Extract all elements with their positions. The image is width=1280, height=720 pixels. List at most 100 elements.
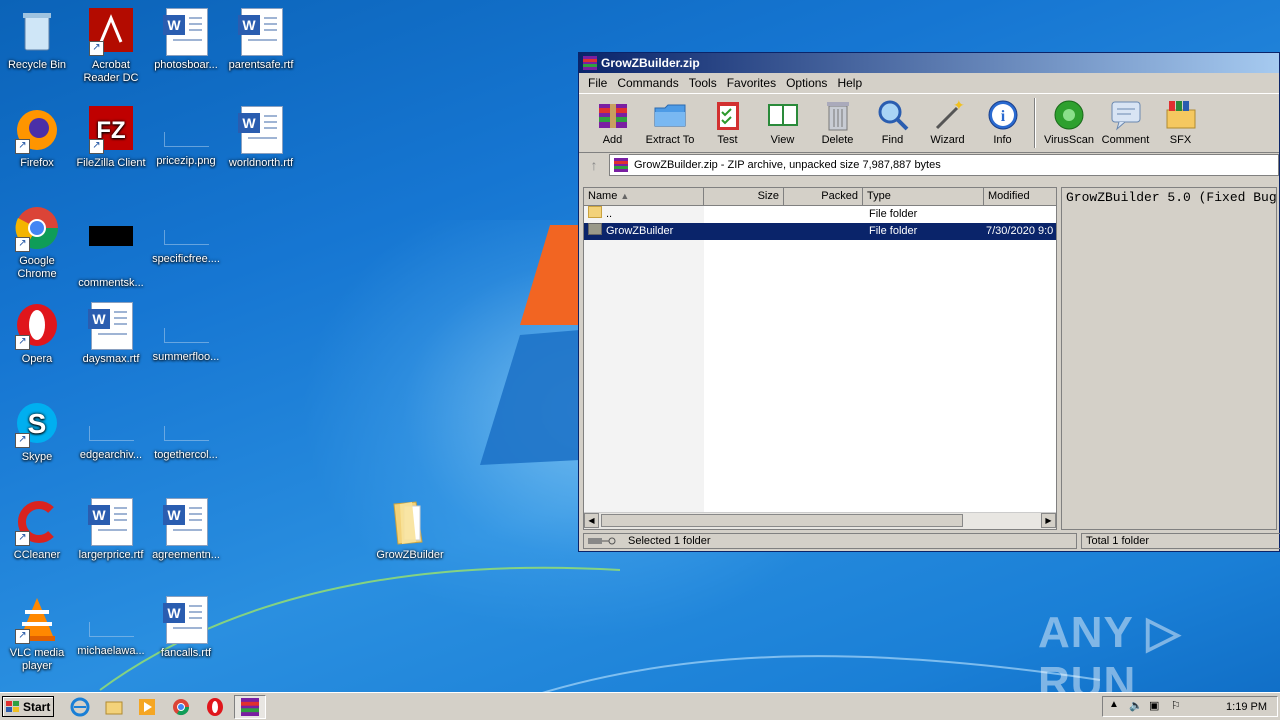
table-row[interactable]: .. File folder — [584, 206, 1056, 223]
winrar-taskbar-button[interactable] — [234, 695, 266, 719]
desktop-icon-worldnorth[interactable]: W worldnorth.rtf — [224, 106, 298, 170]
shortcut-arrow-icon: ↗ — [89, 139, 104, 154]
menu-bar: File Commands Tools Favorites Options He… — [579, 73, 1279, 93]
find-button[interactable]: Find — [865, 94, 920, 146]
word-document-icon: W — [237, 106, 285, 154]
menu-help[interactable]: Help — [832, 76, 867, 90]
windows-logo-wallpaper — [480, 225, 580, 465]
vlc-icon: ↗ — [13, 596, 61, 644]
window-title-bar[interactable]: GrowZBuilder.zip — [579, 53, 1279, 73]
toolbar: Add Extract To Test View Delete Find ✦ W… — [579, 93, 1279, 153]
menu-favorites[interactable]: Favorites — [722, 76, 781, 90]
table-row-selected[interactable]: GrowZBuilder File folder 7/30/2020 9:0 — [584, 223, 1056, 240]
up-arrow-icon[interactable]: ↑ — [579, 157, 609, 173]
view-book-icon — [766, 98, 800, 132]
column-headers: Name ▲ Size Packed Type Modified — [584, 188, 1056, 206]
desktop-icon-pricezip[interactable]: pricezip.png — [149, 106, 223, 168]
info-icon: i — [986, 98, 1020, 132]
sfx-button[interactable]: SFX — [1153, 94, 1208, 146]
desktop-icon-agreementn[interactable]: W agreementn... — [149, 498, 223, 562]
desktop-icon-filezilla[interactable]: FZ ↗ FileZilla Client — [74, 106, 148, 170]
desktop-icon-opera[interactable]: ↗ Opera — [0, 302, 74, 366]
sfx-box-icon — [1164, 98, 1198, 132]
desktop-icon-togethercol[interactable]: togethercol... — [149, 400, 223, 462]
desktop-icon-skype[interactable]: S ↗ Skype — [0, 400, 74, 464]
scrollbar-thumb[interactable] — [601, 514, 963, 527]
horizontal-scrollbar[interactable]: ◀ ▶ — [584, 512, 1056, 529]
desktop-icon-michaelawa[interactable]: michaelawa... — [74, 596, 148, 658]
volume-icon[interactable]: 🔈 — [1129, 699, 1143, 712]
comment-button[interactable]: Comment — [1098, 94, 1153, 146]
windows-flag-icon — [6, 701, 19, 712]
desktop-icon-summerfloo[interactable]: summerfloo... — [149, 302, 223, 364]
desktop-icon-acrobat[interactable]: ↗ Acrobat Reader DC — [74, 8, 148, 85]
menu-file[interactable]: File — [583, 76, 612, 90]
svg-text:i: i — [1000, 108, 1005, 125]
extract-folder-icon — [653, 98, 687, 132]
shortcut-arrow-icon: ↗ — [15, 139, 30, 154]
info-button[interactable]: i Info — [975, 94, 1030, 146]
file-list[interactable]: Name ▲ Size Packed Type Modified .. File… — [583, 187, 1057, 530]
column-size[interactable]: Size — [704, 188, 784, 205]
address-text: GrowZBuilder.zip - ZIP archive, unpacked… — [634, 159, 941, 171]
shortcut-arrow-icon: ↗ — [15, 531, 30, 546]
wizard-button[interactable]: ✦ Wizard — [920, 94, 975, 146]
view-button[interactable]: View — [755, 94, 810, 146]
winrar-window[interactable]: GrowZBuilder.zip File Commands Tools Fav… — [578, 52, 1280, 552]
desktop-icon-ccleaner[interactable]: ↗ CCleaner — [0, 498, 74, 562]
desktop-icon-daysmax[interactable]: W daysmax.rtf — [74, 302, 148, 366]
winrar-icon — [241, 698, 259, 716]
desktop-icon-vlc[interactable]: ↗ VLC media player — [0, 596, 74, 673]
media-player-icon[interactable] — [137, 697, 157, 717]
desktop-icon-edgearchiv[interactable]: edgearchiv... — [74, 400, 148, 462]
comment-icon — [1109, 98, 1143, 132]
menu-options[interactable]: Options — [781, 76, 832, 90]
file-explorer-icon[interactable] — [104, 697, 124, 717]
menu-tools[interactable]: Tools — [684, 76, 722, 90]
show-hidden-icons-icon[interactable]: ▲ — [1109, 699, 1119, 710]
desktop-icon-fancalls[interactable]: W fancalls.rtf — [149, 596, 223, 660]
virusscan-button[interactable]: VirusScan — [1040, 94, 1098, 146]
clock[interactable]: 1:19 PM — [1226, 697, 1267, 717]
content-panes: Name ▲ Size Packed Type Modified .. File… — [583, 187, 1277, 530]
desktop-icon-commentsk[interactable]: commentsk... — [74, 204, 148, 290]
test-button[interactable]: Test — [700, 94, 755, 146]
scroll-left-icon[interactable]: ◀ — [584, 513, 599, 528]
address-field[interactable]: GrowZBuilder.zip - ZIP archive, unpacked… — [609, 154, 1279, 176]
desktop-icon-photosboar[interactable]: W photosboar... — [149, 8, 223, 72]
opera-taskbar-icon[interactable] — [205, 697, 225, 717]
delete-button[interactable]: Delete — [810, 94, 865, 146]
desktop-icon-specificfree[interactable]: specificfree.... — [149, 204, 223, 266]
extract-to-button[interactable]: Extract To — [640, 94, 700, 146]
chrome-taskbar-icon[interactable] — [171, 697, 191, 717]
network-icon[interactable]: ▣ — [1149, 699, 1159, 712]
blank-file-icon — [88, 622, 134, 637]
sort-ascending-icon: ▲ — [620, 191, 630, 201]
system-tray: ▲ 🔈 ▣ ⚐ 1:19 PM — [1102, 696, 1278, 717]
desktop-icon-recycle-bin[interactable]: Recycle Bin — [0, 8, 74, 72]
desktop-icon-chrome[interactable]: ↗ Google Chrome — [0, 204, 74, 281]
blank-file-icon — [163, 132, 209, 147]
drive-key-icon — [588, 537, 616, 545]
magnifier-icon — [876, 98, 910, 132]
desktop-icon-firefox[interactable]: ↗ Firefox — [0, 106, 74, 170]
start-button[interactable]: Start — [2, 696, 54, 717]
recycle-bin-icon — [13, 8, 61, 56]
desktop-icon-parentsafe[interactable]: W parentsafe.rtf — [224, 8, 298, 72]
column-modified[interactable]: Modified — [984, 188, 1056, 205]
add-button[interactable]: Add — [585, 94, 640, 146]
word-document-icon: W — [237, 8, 285, 56]
folder-icon — [588, 223, 602, 235]
column-name[interactable]: Name ▲ — [584, 188, 704, 205]
internet-explorer-icon[interactable] — [70, 697, 90, 717]
desktop-icon-largerprice[interactable]: W largerprice.rtf — [74, 498, 148, 562]
skype-icon: S ↗ — [13, 400, 61, 448]
window-title: GrowZBuilder.zip — [601, 56, 700, 70]
menu-commands[interactable]: Commands — [612, 76, 683, 90]
action-center-flag-icon[interactable]: ⚐ — [1171, 699, 1181, 712]
scroll-right-icon[interactable]: ▶ — [1041, 513, 1056, 528]
ccleaner-icon: ↗ — [13, 498, 61, 546]
desktop-icon-growzbuilder[interactable]: GrowZBuilder — [373, 498, 447, 562]
column-type[interactable]: Type — [863, 188, 984, 205]
column-packed[interactable]: Packed — [784, 188, 863, 205]
